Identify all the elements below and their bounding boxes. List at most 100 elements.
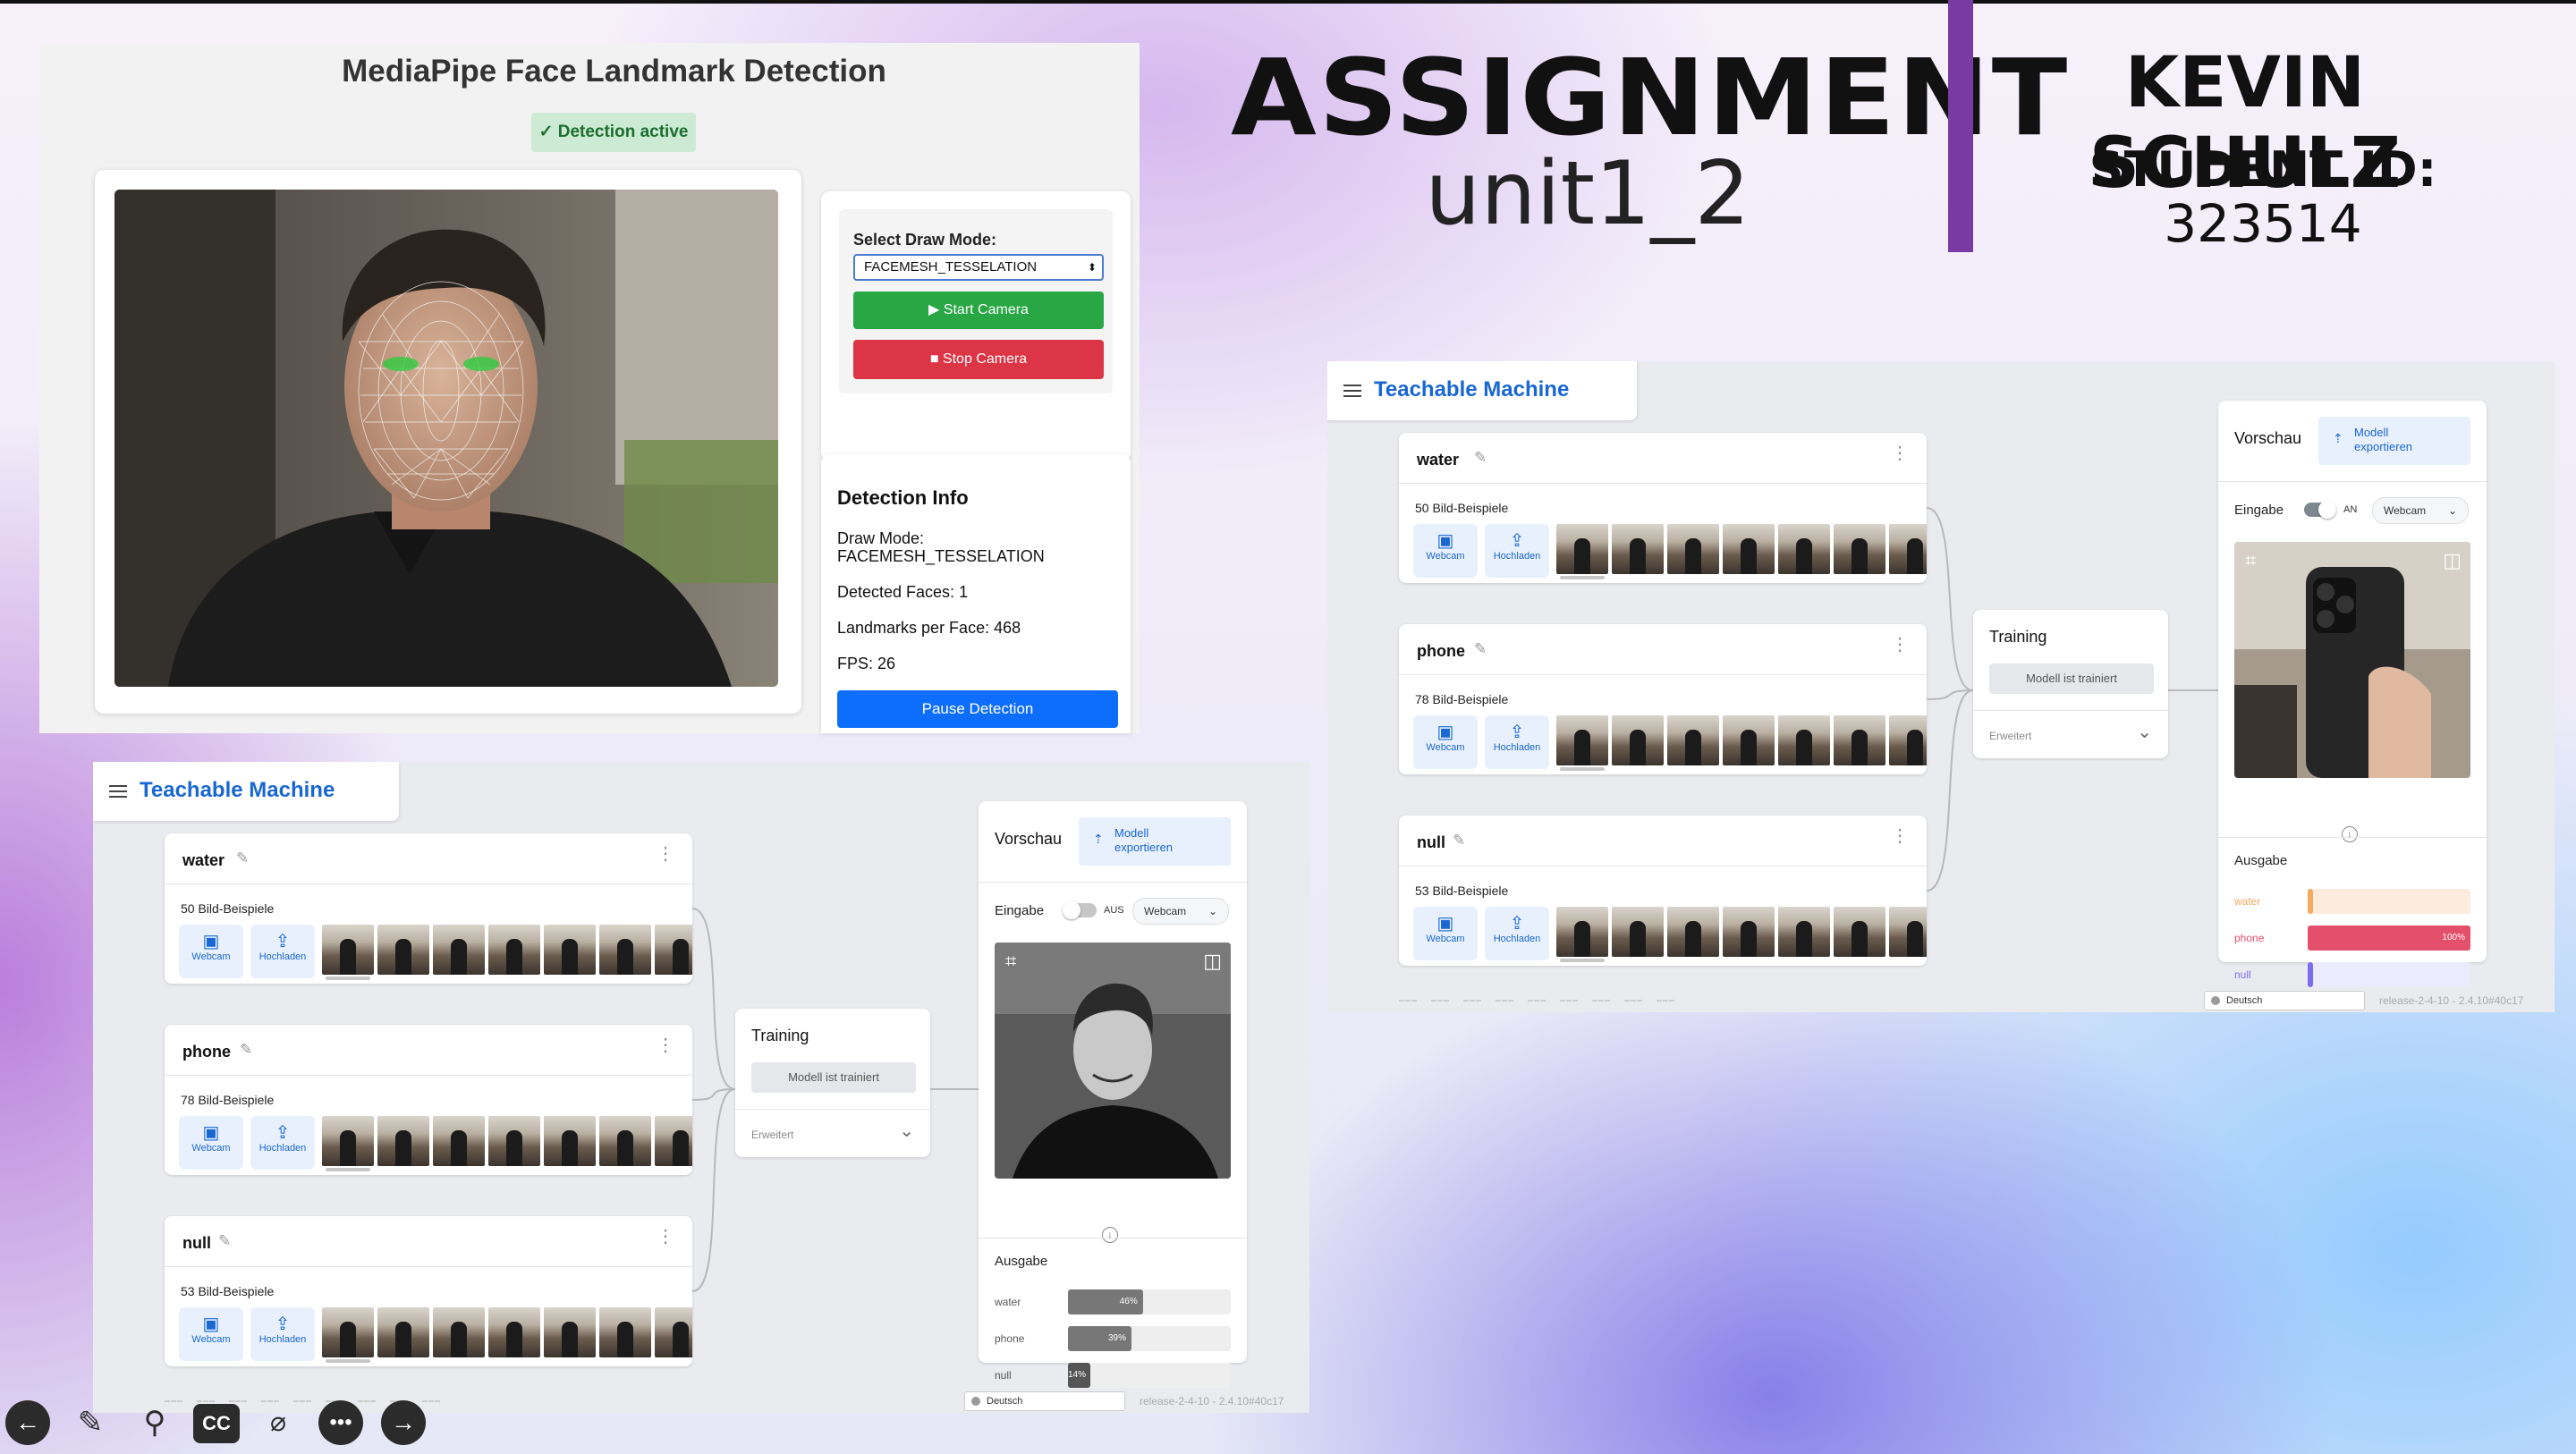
zoom-icon[interactable]: ⚲ bbox=[132, 1400, 177, 1445]
detection-info-title: Detection Info bbox=[837, 486, 969, 509]
info-draw-mode-value: FACEMESH_TESSELATION bbox=[837, 547, 1045, 565]
training-title: Training bbox=[751, 1027, 809, 1044]
info-detected-faces: Detected Faces: 1 bbox=[837, 583, 969, 601]
output-confidence-fill: 39% bbox=[1068, 1326, 1131, 1351]
teachable-machine-screenshot-left: Teachable Machine water ✎ ⋮ 50 Bild-Beis… bbox=[93, 762, 1309, 1413]
footer-dash bbox=[1496, 1000, 1513, 1002]
pause-detection-button[interactable]: Pause Detection bbox=[837, 690, 1118, 728]
training-card: Training Modell ist trainiert Erweitert … bbox=[735, 1009, 930, 1157]
output-label: Ausgabe bbox=[2234, 853, 2288, 868]
export-model-button[interactable]: ⇡ Modell exportieren bbox=[2318, 417, 2470, 465]
flip-icon[interactable]: ◫ bbox=[1203, 950, 1222, 973]
release-version: release-2-4-10 - 2.4.10#40c17 bbox=[1140, 1395, 1284, 1408]
captions-icon[interactable]: CC bbox=[193, 1404, 240, 1443]
input-label: Eingabe bbox=[2234, 503, 2284, 518]
toggle-knob bbox=[1063, 901, 1080, 919]
divider bbox=[2218, 837, 2487, 838]
train-model-button[interactable]: Modell ist trainiert bbox=[751, 1062, 916, 1093]
chevron-down-icon: ⌄ bbox=[2447, 504, 2457, 517]
chevron-down-icon[interactable]: ⌄ bbox=[2137, 721, 2152, 743]
detection-status-badge: ✓ Detection active bbox=[531, 113, 696, 152]
toggle-state: AN bbox=[2343, 504, 2358, 515]
info-fps: FPS: 26 bbox=[837, 655, 896, 672]
language-select[interactable]: Deutsch bbox=[964, 1391, 1125, 1411]
input-toggle[interactable] bbox=[2304, 501, 2336, 519]
training-title: Training bbox=[1989, 628, 2047, 646]
divider bbox=[2218, 481, 2487, 482]
footer-dash bbox=[1624, 1000, 1642, 1002]
training-card: Training Modell ist trainiert Erweitert … bbox=[1973, 610, 2168, 758]
release-version: release-2-4-10 - 2.4.10#40c17 bbox=[2379, 994, 2524, 1007]
footer-dash bbox=[422, 1400, 440, 1402]
export-label-1: Modell bbox=[1114, 826, 1149, 840]
student-id-label: STUDENT ID: bbox=[2089, 141, 2437, 198]
export-model-button[interactable]: ⇡ Modell exportieren bbox=[1079, 817, 1231, 866]
stop-camera-button[interactable]: ■ Stop Camera bbox=[853, 340, 1104, 379]
source-select-value: Webcam bbox=[1144, 905, 1187, 917]
chevron-down-icon: ⌄ bbox=[1208, 905, 1217, 917]
output-class-label: water bbox=[995, 1296, 1021, 1308]
divider bbox=[1973, 710, 2168, 711]
source-select[interactable]: Webcam ⌄ bbox=[2372, 497, 2469, 524]
start-camera-button[interactable]: ▶ Start Camera bbox=[853, 292, 1104, 329]
output-confidence-bar: 46% bbox=[1068, 1289, 1231, 1315]
slide-title: ASSIGNMENT bbox=[1231, 36, 2070, 159]
source-select[interactable]: Webcam ⌄ bbox=[1132, 898, 1229, 925]
draw-mode-value: FACEMESH_TESSELATION bbox=[864, 259, 1038, 275]
preview-card: Vorschau ⇡ Modell exportieren Eingabe AUS … bbox=[979, 801, 1247, 1388]
webcam-video bbox=[114, 190, 778, 687]
mediapipe-title: MediaPipe Face Landmark Detection bbox=[342, 54, 886, 89]
slide-subtitle: unit1_2 bbox=[1425, 143, 1750, 245]
preview-title: Vorschau bbox=[995, 830, 1063, 848]
chevron-down-icon[interactable]: ⌄ bbox=[899, 1120, 914, 1142]
back-arrow-icon[interactable]: ← bbox=[5, 1400, 50, 1445]
footer-dash bbox=[229, 1400, 247, 1402]
video-card bbox=[95, 170, 801, 714]
camera-off-icon[interactable]: ⌀ bbox=[256, 1400, 301, 1445]
export-label-2: exportieren bbox=[2354, 440, 2413, 453]
crop-icon[interactable]: ⌗ bbox=[2245, 549, 2256, 572]
arrow-down-icon: ↓ bbox=[1102, 1227, 1118, 1243]
pen-icon[interactable]: ✎ bbox=[68, 1400, 113, 1445]
output-confidence-bar bbox=[2308, 962, 2470, 987]
input-toggle[interactable] bbox=[1063, 901, 1097, 919]
language-select[interactable]: Deutsch bbox=[2204, 991, 2365, 1010]
flip-icon[interactable]: ◫ bbox=[2443, 549, 2462, 572]
input-label: Eingabe bbox=[995, 903, 1045, 918]
train-model-button[interactable]: Modell ist trainiert bbox=[1989, 664, 2154, 694]
output-confidence-fill: 46% bbox=[1068, 1289, 1143, 1315]
source-select-value: Webcam bbox=[2384, 504, 2427, 517]
output-class-label: phone bbox=[995, 1332, 1025, 1345]
footer-dash bbox=[1592, 1000, 1610, 1002]
top-border bbox=[0, 0, 2576, 4]
footer-dash bbox=[197, 1400, 215, 1402]
output-confidence-fill bbox=[2308, 962, 2313, 987]
toggle-knob bbox=[2318, 501, 2336, 519]
preview-title: Vorschau bbox=[2234, 429, 2302, 447]
output-confidence-bar: 14% bbox=[1068, 1363, 1231, 1388]
output-class-label: phone bbox=[2234, 932, 2265, 944]
preview-camera-view: ⌗ ◫ bbox=[2234, 542, 2470, 778]
detection-info-card: Detection Info Draw Mode: FACEMESH_TESSE… bbox=[821, 454, 1131, 733]
preview-card: Vorschau ⇡ Modell exportieren Eingabe AN W… bbox=[2218, 401, 2487, 987]
info-landmarks: Landmarks per Face: 468 bbox=[837, 619, 1021, 637]
more-icon[interactable]: ••• bbox=[318, 1400, 363, 1445]
output-class-label: null bbox=[2234, 968, 2251, 981]
output-confidence-bar: 100% bbox=[2308, 926, 2470, 951]
export-upload-icon: ⇡ bbox=[1093, 832, 1104, 846]
select-caret-icon: ⬍ bbox=[1087, 261, 1097, 274]
divider bbox=[979, 882, 1247, 883]
output-confidence-fill: 14% bbox=[1068, 1363, 1091, 1388]
forward-arrow-icon[interactable]: → bbox=[381, 1400, 426, 1445]
footer-dash bbox=[1463, 1000, 1481, 1002]
toggle-state: AUS bbox=[1104, 905, 1124, 916]
crop-icon[interactable]: ⌗ bbox=[1005, 950, 1016, 973]
advanced-label[interactable]: Erweitert bbox=[1989, 730, 2031, 742]
info-draw-mode-label: Draw Mode: bbox=[837, 529, 925, 547]
controls-panel: Select Draw Mode: FACEMESH_TESSELATION ⬍ … bbox=[839, 209, 1113, 393]
draw-mode-select[interactable]: FACEMESH_TESSELATION ⬍ bbox=[853, 254, 1104, 281]
advanced-label[interactable]: Erweitert bbox=[751, 1129, 793, 1141]
export-upload-icon: ⇡ bbox=[2333, 431, 2343, 445]
preview-camera-view: ⌗ ◫ bbox=[995, 943, 1231, 1179]
preview-camera-image bbox=[995, 943, 1231, 1179]
